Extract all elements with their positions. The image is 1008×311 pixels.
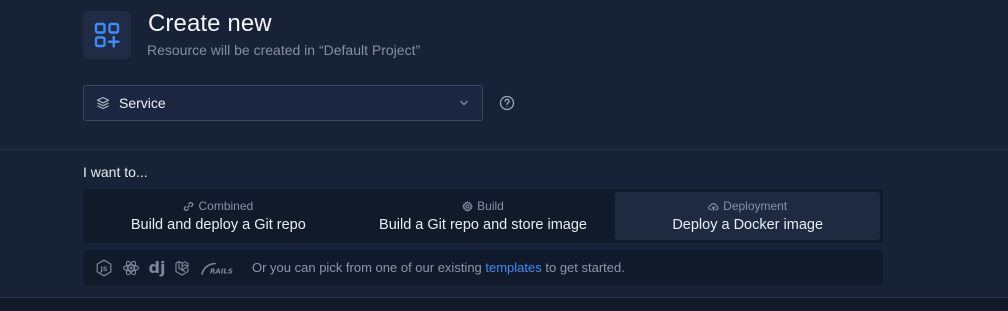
page-title: Create new [148,10,272,37]
link-icon [184,201,194,211]
section-divider [0,149,1008,150]
tab-category-label: Deployment [723,199,788,213]
react-icon[interactable] [122,259,140,277]
grid-plus-icon [83,11,131,59]
create-new-page: Create new Resource will be created in “… [0,0,1008,311]
tab-combined[interactable]: Combined Build and deploy a Git repo [86,192,351,240]
tab-label: Build and deploy a Git repo [130,217,306,233]
templates-link[interactable]: templates [485,260,541,275]
deploy-type-tabs: Combined Build and deploy a Git repo Bui… [83,189,883,243]
cloud-upload-icon [708,202,719,211]
resource-type-select[interactable]: Service [83,85,483,121]
templates-hint: Or you can pick from one of our existing… [252,260,625,275]
gear-icon [462,200,473,212]
want-to-label: I want to... [83,164,148,180]
tab-label: Build a Git repo and store image [379,217,587,233]
tab-category-label: Build [477,199,504,213]
laravel-icon[interactable] [174,259,192,277]
tab-deployment[interactable]: Deployment Deploy a Docker image [615,192,881,240]
tab-build[interactable]: Build Build a Git repo and store image [351,192,616,240]
nodejs-icon[interactable]: JS [95,259,113,277]
tab-category-label: Combined [198,199,254,213]
templates-strip: JS dj RAILS Or you can pick from one of … [83,250,883,285]
templates-hint-prefix: Or you can pick from one of our existing [252,260,486,275]
chevron-down-icon [458,97,470,109]
rails-icon[interactable]: RAILS [201,259,233,277]
svg-text:JS: JS [99,265,107,273]
footer-band [0,297,1008,311]
resource-type-value: Service [119,95,166,111]
django-icon[interactable]: dj [149,259,166,277]
templates-hint-suffix: to get started. [541,260,625,275]
page-subtitle: Resource will be created in “Default Pro… [147,42,421,58]
tab-label: Deploy a Docker image [672,217,824,233]
layers-icon [96,96,110,110]
question-circle-icon[interactable] [499,95,515,111]
svg-text:RAILS: RAILS [210,267,233,275]
